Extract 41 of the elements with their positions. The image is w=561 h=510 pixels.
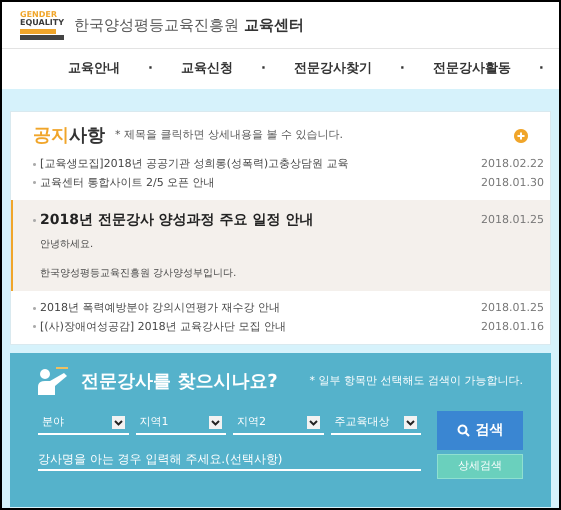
site-title[interactable]: 한국양성평등교육진흥원 교육센터 (74, 14, 304, 36)
nav-link[interactable]: 전문강사찾기 (294, 59, 372, 79)
bullet-icon (33, 325, 36, 328)
notice-date: 2018.01.25 (481, 300, 544, 316)
nav-separator: · (148, 60, 153, 78)
caret-icon (112, 416, 124, 428)
nav-link[interactable]: 교육안내 (68, 59, 120, 79)
notice-title: 사항 (69, 124, 105, 148)
notice-title-link[interactable]: [교육생모집]2018년 공공기관 성희롱(성폭력)고충상담원 교육 (40, 156, 482, 172)
bullet-icon (33, 306, 36, 310)
search-note: * 일부 항목만 선택해도 검색이 가능합니다. (310, 372, 523, 389)
nav-link[interactable]: 전문강사활동 (432, 59, 511, 79)
bullet-icon (33, 162, 36, 166)
search-icon (456, 424, 470, 437)
caret-icon (404, 416, 417, 428)
notice-date: 2018.01.16 (481, 318, 544, 334)
notice-hint: * 제목을 클릭하면 상세내용을 볼 수 있습니다. (115, 127, 344, 144)
notice-date: 2018.01.25 (481, 212, 544, 228)
notice-title-link[interactable]: 교육센터 통합사이트 2/5 오픈 안내 (40, 174, 482, 191)
bullet-icon (33, 219, 36, 222)
notice-title-link[interactable]: 2018년 폭력예방분야 강의시연평가 재수강 안내 (40, 300, 482, 316)
notice-title-link[interactable]: 2018년 전문강사 양성과정 주요 일정 안내 (40, 210, 482, 231)
logo: GENDER EQUALITY (20, 10, 64, 40)
search-button[interactable]: 검색 (437, 411, 523, 450)
more-icon[interactable] (514, 128, 528, 142)
notice-title-link[interactable]: [(사)장애여성공감] 2018년 교육강사단 모집 안내 (40, 318, 482, 335)
caret-icon (306, 416, 320, 428)
nav-separator: · (400, 60, 405, 78)
notice-date: 2018.01.30 (481, 174, 544, 190)
notice-body-text: 한국양성평등교육진흥원 강사양성부입니다. (40, 267, 238, 281)
notice-title-accent: 공지 (33, 124, 69, 148)
nav-link[interactable]: 교육신청 (180, 59, 233, 79)
caret-icon (209, 416, 222, 428)
search-title: 전문강사를 찾으시나요? (81, 370, 279, 394)
bullet-icon (33, 181, 36, 184)
nav-separator: · (260, 60, 266, 78)
nav-separator: · (538, 60, 544, 78)
lecturer-name-field[interactable]: 강사명을 아는 경우 입력해 주세요.(선택사항) (38, 449, 421, 471)
expanded-notice[interactable]: 2018년 전문강사 양성과정 주요 일정 안내 2018.01.25 안녕하세요. 한국양성평등교육진흥원 강사양성부입니다. (11, 200, 550, 291)
notice-date: 2018.02.22 (481, 156, 544, 172)
notice-body-text: 안녕하세요. (40, 238, 94, 252)
